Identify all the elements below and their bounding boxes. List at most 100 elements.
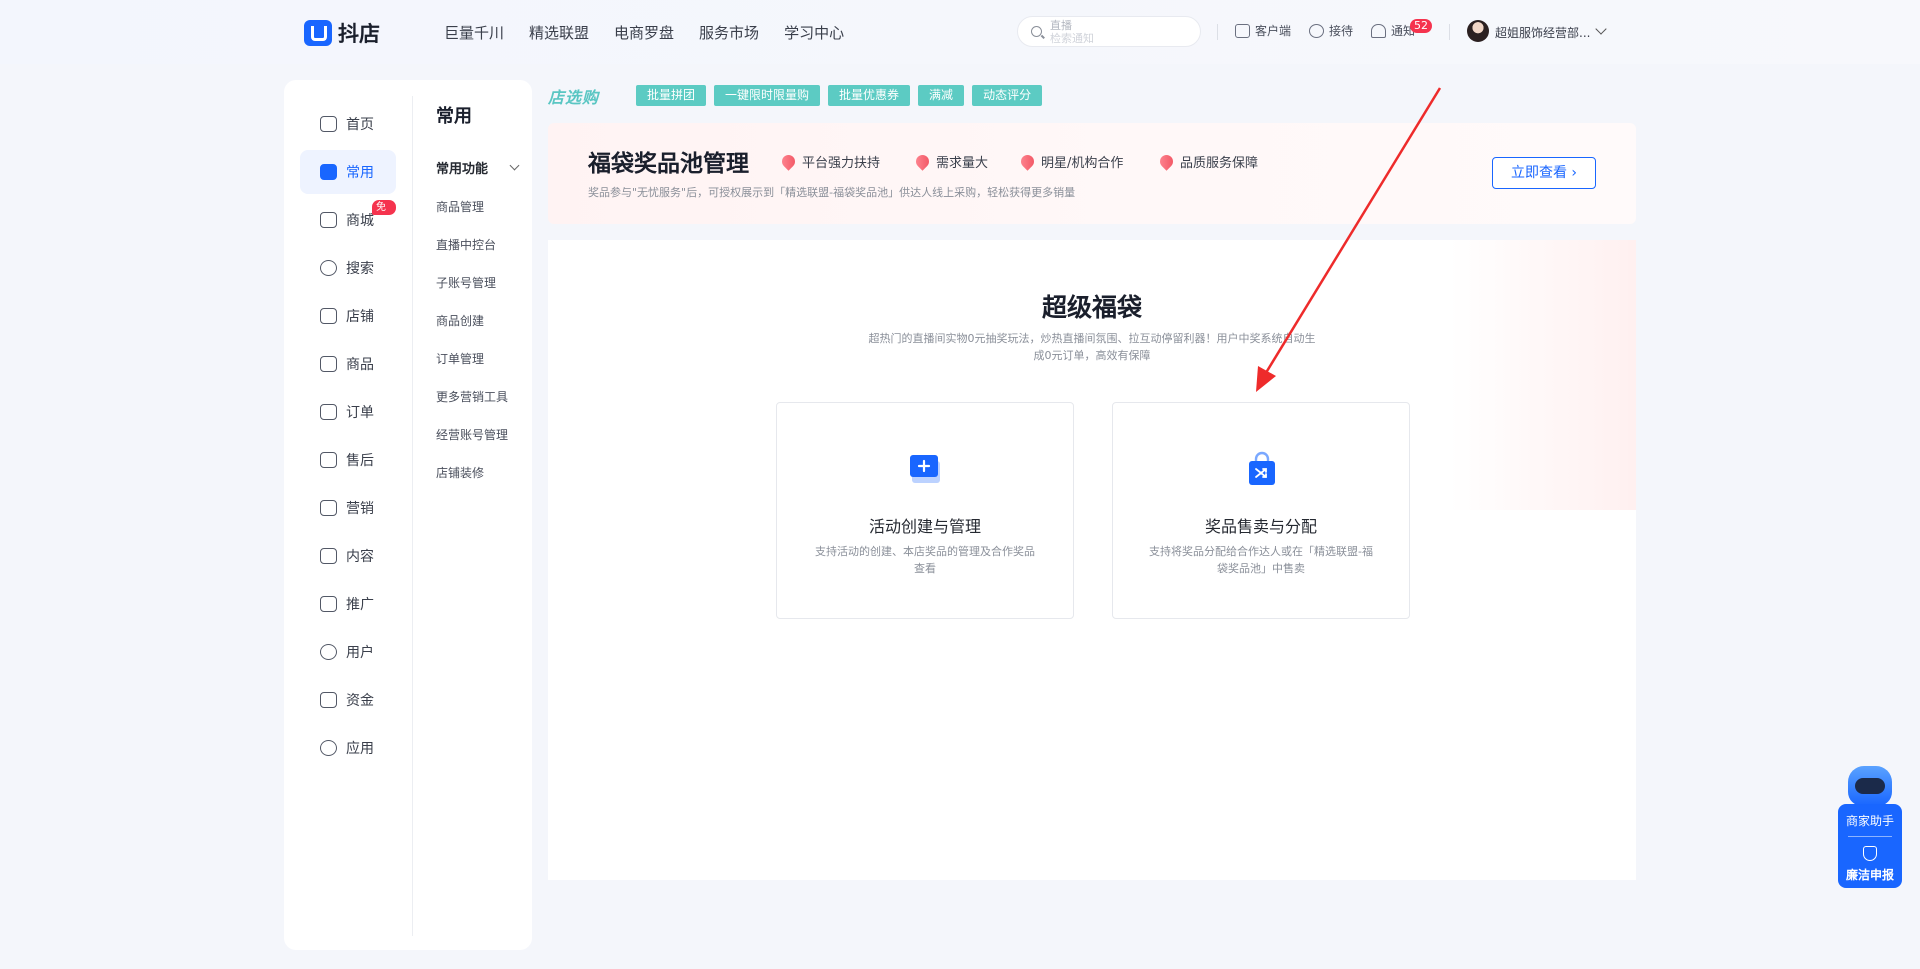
nav-fuwu-shichang[interactable]: 服务市场 [699, 22, 759, 43]
menu-divider [412, 96, 413, 936]
avatar[interactable] [1467, 20, 1489, 42]
page-title: 超级福袋 [1041, 293, 1142, 322]
activity-create-card[interactable]: 活动创建与管理 支持活动的创建、本店奖品的管理及合作奖品查看 [776, 402, 1074, 619]
megaphone-icon [320, 500, 337, 516]
assistant-panel: 商家助手 廉洁申报 [1838, 804, 1902, 888]
home-icon [320, 116, 337, 132]
content-icon [320, 548, 337, 564]
search-input[interactable]: 直播 检索通知 [1017, 16, 1201, 47]
submenu-item-subaccount[interactable]: 子账号管理 [436, 272, 508, 310]
nav-dianshang-luopan[interactable]: 电商罗盘 [614, 22, 674, 43]
nav-juliang-qianchuan[interactable]: 巨量千川 [444, 22, 504, 43]
submenu-item-goods-manage[interactable]: 商品管理 [436, 196, 508, 234]
divider [1217, 24, 1218, 40]
goods-icon [320, 356, 337, 372]
sidebar-item-mall[interactable]: 商城 免佣 [300, 198, 396, 242]
shopping-bag-icon [1249, 451, 1275, 485]
prize-sale-card[interactable]: 奖品售卖与分配 支持将奖品分配给合作达人或在「精选联盟-福袋奖品池」中售卖 [1112, 402, 1410, 619]
banner-description: 奖品参与"无忧服务"后，可授权展示到「精选联盟-福袋奖品池」供达人线上采购，轻松… [588, 186, 1076, 199]
tag-dynamic-rating[interactable]: 动态评分 [972, 85, 1043, 106]
card-description: 支持活动的创建、本店奖品的管理及合作奖品查看 [815, 545, 1035, 575]
integrity-report-button[interactable]: 廉洁申报 [1838, 866, 1902, 883]
shop-icon [320, 308, 337, 324]
submenu-list: 商品管理 直播中控台 子账号管理 商品创建 订单管理 更多营销工具 经营账号管理… [436, 196, 508, 500]
add-activity-icon [910, 455, 940, 483]
tag-full-reduction[interactable]: 满减 [918, 85, 965, 106]
logo[interactable]: 抖店 [304, 18, 380, 48]
primary-menu: 首页 常用 商城 免佣 搜索 店铺 商品 订单 售后 营销 内容 推广 用户 资金… [300, 102, 396, 774]
sidebar-item-common[interactable]: 常用 [300, 150, 396, 194]
reception-button[interactable]: 接待 [1309, 22, 1353, 39]
assistant-label[interactable]: 商家助手 [1838, 812, 1902, 829]
divider [1848, 836, 1892, 837]
app-icon [320, 740, 337, 756]
nav-jingxuan-lianmeng[interactable]: 精选联盟 [529, 22, 589, 43]
top-nav: 巨量千川 精选联盟 电商罗盘 服务市场 学习中心 [444, 22, 844, 43]
chevron-down-icon [509, 160, 520, 171]
card-title: 活动创建与管理 [868, 517, 981, 536]
card-title: 奖品售卖与分配 [1204, 517, 1317, 536]
sidebar-item-funds[interactable]: 资金 [300, 678, 396, 722]
sidebar-item-search[interactable]: 搜索 [300, 246, 396, 290]
submenu-group-toggle[interactable]: 常用功能 [436, 158, 520, 177]
logo-icon [304, 20, 332, 46]
user-icon [320, 644, 337, 660]
mall-icon [320, 212, 337, 228]
tag-batch-coupon[interactable]: 批量优惠券 [828, 85, 911, 106]
robot-icon [1848, 766, 1892, 806]
sidebar-item-promote[interactable]: 推广 [300, 582, 396, 626]
promo-logo[interactable]: 店选购 [548, 84, 630, 107]
free-commission-badge: 免佣 [372, 200, 396, 228]
sidebar-item-order[interactable]: 订单 [300, 390, 396, 434]
order-icon [320, 404, 337, 420]
submenu-item-more-marketing[interactable]: 更多营销工具 [436, 386, 508, 424]
search-placeholder: 直播 检索通知 [1050, 19, 1094, 45]
sidebar-item-shop[interactable]: 店铺 [300, 294, 396, 338]
account-name[interactable]: 超姐服饰经营部... [1495, 24, 1590, 41]
notification-button[interactable]: 通知 [1371, 22, 1415, 39]
search-icon [320, 260, 337, 276]
sidebar-item-user[interactable]: 用户 [300, 630, 396, 674]
monitor-icon [1235, 23, 1250, 38]
headset-icon [1309, 23, 1324, 38]
bell-icon [1371, 23, 1386, 38]
tag-flash-sale[interactable]: 一键限时限量购 [714, 85, 821, 106]
submenu-title: 常用 [436, 106, 472, 127]
banner-title: 福袋奖品池管理 [588, 151, 749, 177]
nav-xuexi-zhongxin[interactable]: 学习中心 [784, 22, 844, 43]
submenu-item-business-account[interactable]: 经营账号管理 [436, 424, 508, 462]
sidebar-item-goods[interactable]: 商品 [300, 342, 396, 386]
decor-background [1450, 240, 1636, 510]
promo-tags: 批量拼团 一键限时限量购 批量优惠券 满减 动态评分 [636, 85, 1043, 106]
sidebar-item-content[interactable]: 内容 [300, 534, 396, 578]
banner-feature: 明星/机构合作 [1018, 152, 1123, 171]
heart-icon [913, 152, 932, 171]
top-bar [0, 0, 1920, 64]
customer-client-button[interactable]: 客户端 [1235, 22, 1291, 39]
promote-icon [320, 596, 337, 612]
search-icon [1031, 26, 1042, 37]
shield-icon [1157, 152, 1176, 171]
common-icon [320, 164, 337, 180]
submenu-item-shop-decor[interactable]: 店铺装修 [436, 462, 508, 500]
banner-feature: 平台强力扶持 [779, 152, 880, 171]
card-description: 支持将奖品分配给合作达人或在「精选联盟-福袋奖品池」中售卖 [1149, 545, 1373, 575]
aftersale-icon [320, 452, 337, 468]
tag-batch-group[interactable]: 批量拼团 [636, 85, 707, 106]
view-now-button[interactable]: 立即查看 › [1492, 157, 1596, 189]
divider [1449, 24, 1450, 40]
submenu-item-live-console[interactable]: 直播中控台 [436, 234, 508, 272]
sidebar-item-home[interactable]: 首页 [300, 102, 396, 146]
notification-count-badge: 52 [1410, 19, 1432, 33]
submenu-item-goods-create[interactable]: 商品创建 [436, 310, 508, 348]
shield-icon [1863, 846, 1877, 861]
submenu-item-order-manage[interactable]: 订单管理 [436, 348, 508, 386]
banner-feature: 需求量大 [913, 152, 988, 171]
logo-text: 抖店 [338, 22, 380, 46]
sidebar-item-marketing[interactable]: 营销 [300, 486, 396, 530]
sidebar-item-aftersale[interactable]: 售后 [300, 438, 396, 482]
merchant-assistant[interactable]: 商家助手 廉洁申报 [1838, 766, 1902, 888]
banner-feature: 品质服务保障 [1157, 152, 1258, 171]
wallet-icon [320, 692, 337, 708]
sidebar-item-apps[interactable]: 应用 [300, 726, 396, 770]
